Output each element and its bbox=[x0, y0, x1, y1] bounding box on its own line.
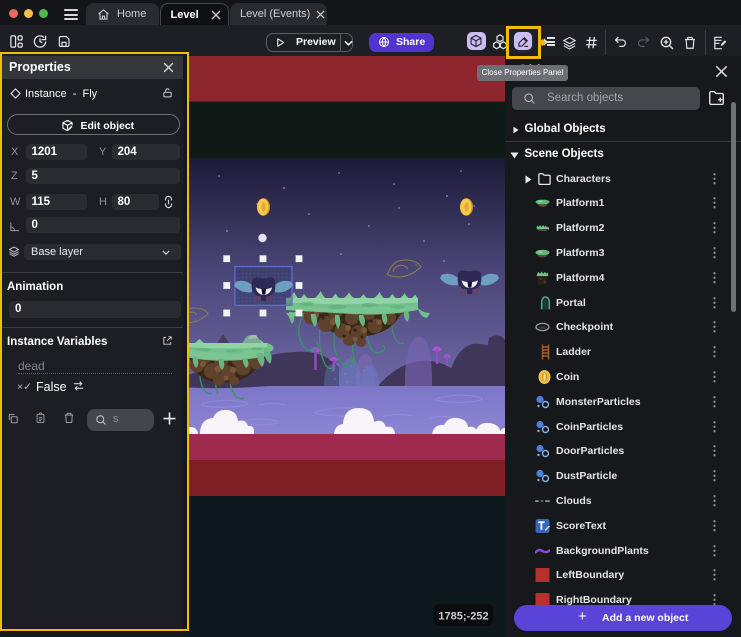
svg-text:1785;-252: 1785;-252 bbox=[438, 611, 488, 623]
